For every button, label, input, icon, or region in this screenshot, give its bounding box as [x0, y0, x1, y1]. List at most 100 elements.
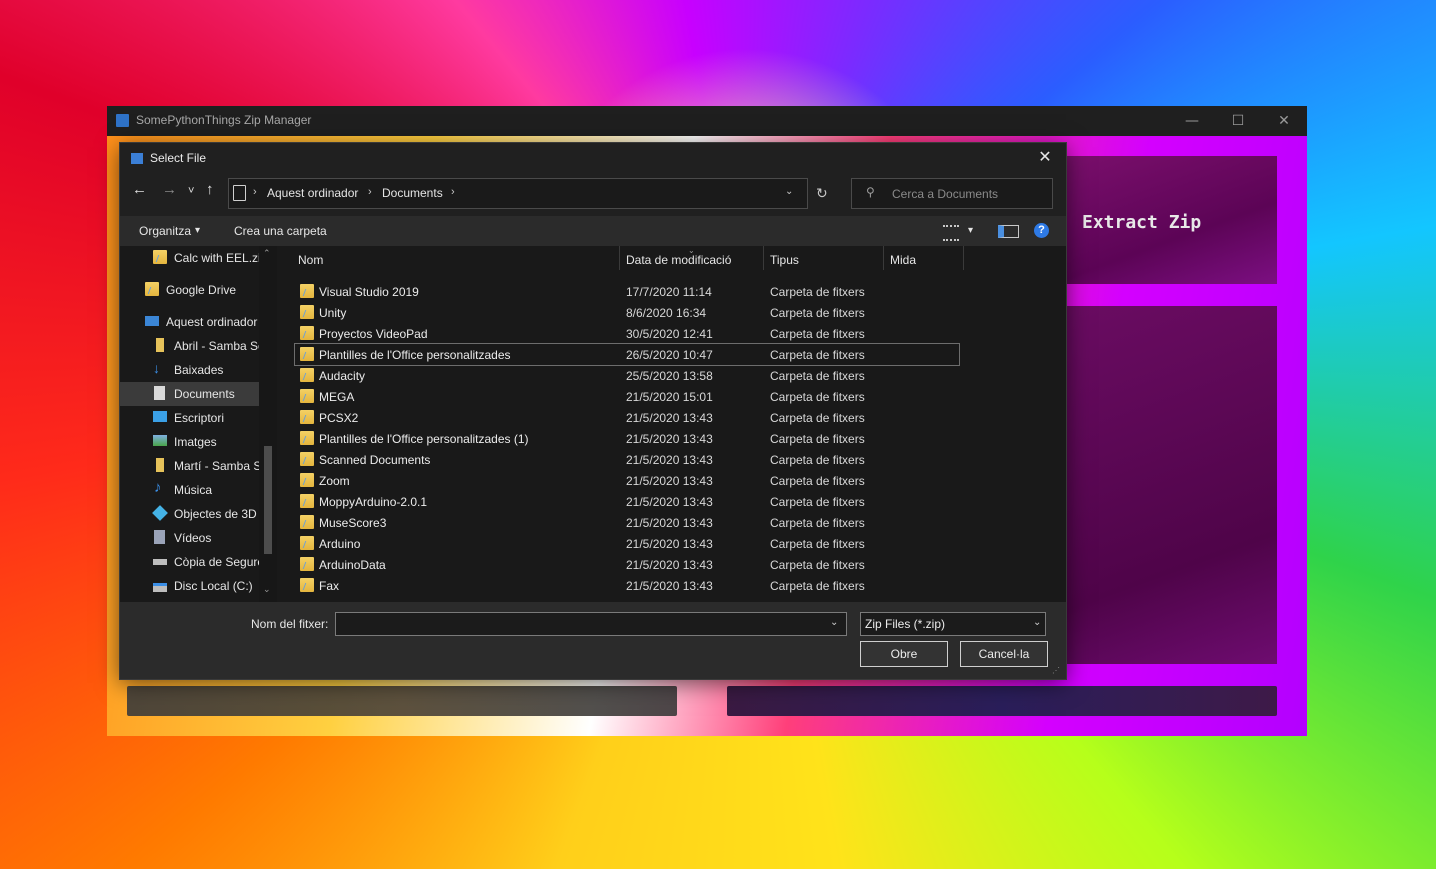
file-row[interactable]: ArduinoData 21/5/2020 13:43 Carpeta de fit…: [295, 554, 959, 575]
search-placeholder: Cerca a Documents: [892, 187, 999, 201]
nav-item-backup[interactable]: Còpia de Segure: [120, 550, 260, 574]
file-row[interactable]: Zoom 21/5/2020 13:43 Carpeta de fitxers: [295, 470, 959, 491]
network-folder-icon: [156, 338, 164, 352]
breadcrumb-documents[interactable]: Documents: [382, 186, 443, 200]
file-list: Nom Data de modificació Tipus Mida ⌄ Vis…: [278, 246, 1066, 602]
file-date: 21/5/2020 13:43: [626, 453, 713, 467]
open-button[interactable]: Obre: [860, 641, 948, 667]
view-options-icon[interactable]: [943, 225, 959, 241]
file-date: 30/5/2020 12:41: [626, 327, 713, 341]
nav-item-abril-samba[interactable]: Abril - Samba Se: [120, 334, 260, 358]
file-row[interactable]: Visual Studio 2019 17/7/2020 11:14 Carpeta…: [295, 281, 959, 302]
file-row[interactable]: Audacity 25/5/2020 13:58 Carpeta de fitxer…: [295, 365, 959, 386]
column-divider[interactable]: [883, 246, 884, 270]
file-type: Carpeta de fitxers: [770, 516, 865, 530]
column-divider[interactable]: [763, 246, 764, 270]
nav-item-calc-with-eel[interactable]: Calc with EEL.zip: [120, 246, 260, 270]
column-divider[interactable]: [963, 246, 964, 270]
file-name: MEGA: [319, 390, 355, 404]
preview-pane-icon[interactable]: [998, 225, 1019, 238]
network-folder-icon: [156, 458, 164, 472]
address-bar[interactable]: › Aquest ordinador › Documents › ⌄: [228, 178, 808, 209]
nav-item-desktop[interactable]: Escriptori: [120, 406, 260, 430]
cancel-button[interactable]: Cancel·la: [960, 641, 1048, 667]
search-icon: ⚲: [866, 185, 875, 199]
file-row[interactable]: Plantilles de l'Office personalitzades 26…: [294, 343, 960, 366]
file-row[interactable]: Arduino 21/5/2020 13:43 Carpeta de fitxers: [295, 533, 959, 554]
file-row[interactable]: Scanned Documents 21/5/2020 13:43 Carpeta …: [295, 449, 959, 470]
organize-menu[interactable]: Organitza: [139, 224, 191, 238]
column-header-size[interactable]: Mida: [890, 253, 916, 267]
scroll-down-chevron-icon[interactable]: ⌄: [263, 584, 271, 595]
app-titlebar[interactable]: SomePythonThings Zip Manager — ☐ ✕: [107, 106, 1307, 136]
nav-item-marti-samba[interactable]: Martí - Samba Se: [120, 454, 260, 478]
nav-item-3d-objects[interactable]: Objectes de 3D: [120, 502, 260, 526]
forward-arrow-icon[interactable]: →: [162, 181, 177, 198]
documents-location-icon: [233, 185, 246, 201]
file-row[interactable]: Unity 8/6/2020 16:34 Carpeta de fitxers: [295, 302, 959, 323]
file-type-select[interactable]: Zip Files (*.zip) ⌄: [860, 612, 1046, 636]
nav-item-music[interactable]: ♪ Música: [120, 478, 260, 502]
folder-icon: [300, 305, 314, 319]
minimize-button[interactable]: —: [1169, 106, 1215, 136]
file-row[interactable]: MoppyArduino-2.0.1 21/5/2020 13:43 Carpeta…: [295, 491, 959, 512]
organize-chevron-icon[interactable]: ▾: [195, 225, 200, 236]
file-date: 21/5/2020 13:43: [626, 537, 713, 551]
drive-icon: [153, 559, 167, 565]
column-header-name[interactable]: Nom: [298, 253, 323, 267]
left-bottom-bar: [127, 686, 677, 716]
filename-history-chevron-icon[interactable]: ⌄: [830, 617, 838, 628]
folder-icon: [300, 452, 314, 466]
column-header-type[interactable]: Tipus: [770, 253, 799, 267]
nav-item-pictures[interactable]: Imatges: [120, 430, 260, 454]
3d-objects-icon: [152, 505, 168, 521]
dialog-close-button[interactable]: ✕: [1032, 147, 1058, 169]
command-bar: Organitza ▾ Crea una carpeta ▾ ?: [120, 216, 1066, 246]
resize-grip-icon[interactable]: ⋰: [1052, 666, 1060, 675]
column-header-date[interactable]: Data de modificació: [626, 253, 731, 267]
file-row[interactable]: MuseScore3 21/5/2020 13:43 Carpeta de fitx…: [295, 512, 959, 533]
dialog-title: Select File: [150, 151, 207, 165]
maximize-button[interactable]: ☐: [1215, 106, 1261, 136]
address-history-chevron-icon[interactable]: ⌄: [785, 186, 793, 197]
file-name: MuseScore3: [319, 516, 387, 530]
documents-icon: [154, 386, 165, 400]
nav-item-downloads[interactable]: ↓ Baixades: [120, 358, 260, 382]
file-row[interactable]: Fax 21/5/2020 13:43 Carpeta de fitxers: [295, 575, 959, 596]
help-icon[interactable]: ?: [1034, 223, 1049, 238]
up-arrow-icon[interactable]: ↑: [206, 181, 214, 198]
recent-locations-chevron-icon[interactable]: ˅: [188, 185, 194, 197]
breadcrumb-this-pc[interactable]: Aquest ordinador: [267, 186, 358, 200]
nav-item-this-pc[interactable]: Aquest ordinador: [120, 310, 260, 334]
refresh-icon[interactable]: ↻: [816, 185, 828, 202]
nav-scrollbar-thumb[interactable]: [264, 446, 272, 554]
new-folder-button[interactable]: Crea una carpeta: [234, 224, 327, 238]
back-arrow-icon[interactable]: ←: [132, 181, 147, 198]
folder-icon: [300, 389, 314, 403]
search-box[interactable]: ⚲ Cerca a Documents: [851, 178, 1053, 209]
nav-item-documents[interactable]: Documents: [120, 382, 260, 406]
desktop-icon: [153, 411, 167, 422]
nav-item-videos[interactable]: Vídeos: [120, 526, 260, 550]
column-divider[interactable]: [619, 246, 620, 270]
file-row[interactable]: PCSX2 21/5/2020 13:43 Carpeta de fitxers: [295, 407, 959, 428]
filename-input[interactable]: ⌄: [335, 612, 847, 636]
file-row[interactable]: Proyectos VideoPad 30/5/2020 12:41 Carpeta…: [295, 323, 959, 344]
scroll-up-chevron-icon[interactable]: ⌃: [263, 248, 271, 259]
app-close-button[interactable]: ✕: [1261, 106, 1307, 136]
file-type: Carpeta de fitxers: [770, 537, 865, 551]
file-row[interactable]: MEGA 21/5/2020 15:01 Carpeta de fitxers: [295, 386, 959, 407]
file-type: Carpeta de fitxers: [770, 369, 865, 383]
filename-label: Nom del fitxer:: [251, 617, 329, 631]
view-options-chevron-icon[interactable]: ▾: [968, 225, 973, 236]
file-row[interactable]: Plantilles de l'Office personalitzades (…: [295, 428, 959, 449]
nav-item-google-drive[interactable]: Google Drive: [120, 278, 260, 302]
nav-item-local-disk-c[interactable]: Disc Local (C:): [120, 574, 260, 598]
breadcrumb-separator[interactable]: ›: [368, 186, 372, 198]
breadcrumb-separator[interactable]: ›: [451, 186, 455, 198]
app-title: SomePythonThings Zip Manager: [136, 113, 312, 127]
file-name: Plantilles de l'Office personalitzades (…: [319, 432, 529, 446]
nav-scrollbar[interactable]: ⌃ ⌄: [259, 246, 277, 602]
dialog-titlebar[interactable]: Select File ✕: [120, 143, 1066, 173]
file-name: Fax: [319, 579, 340, 593]
